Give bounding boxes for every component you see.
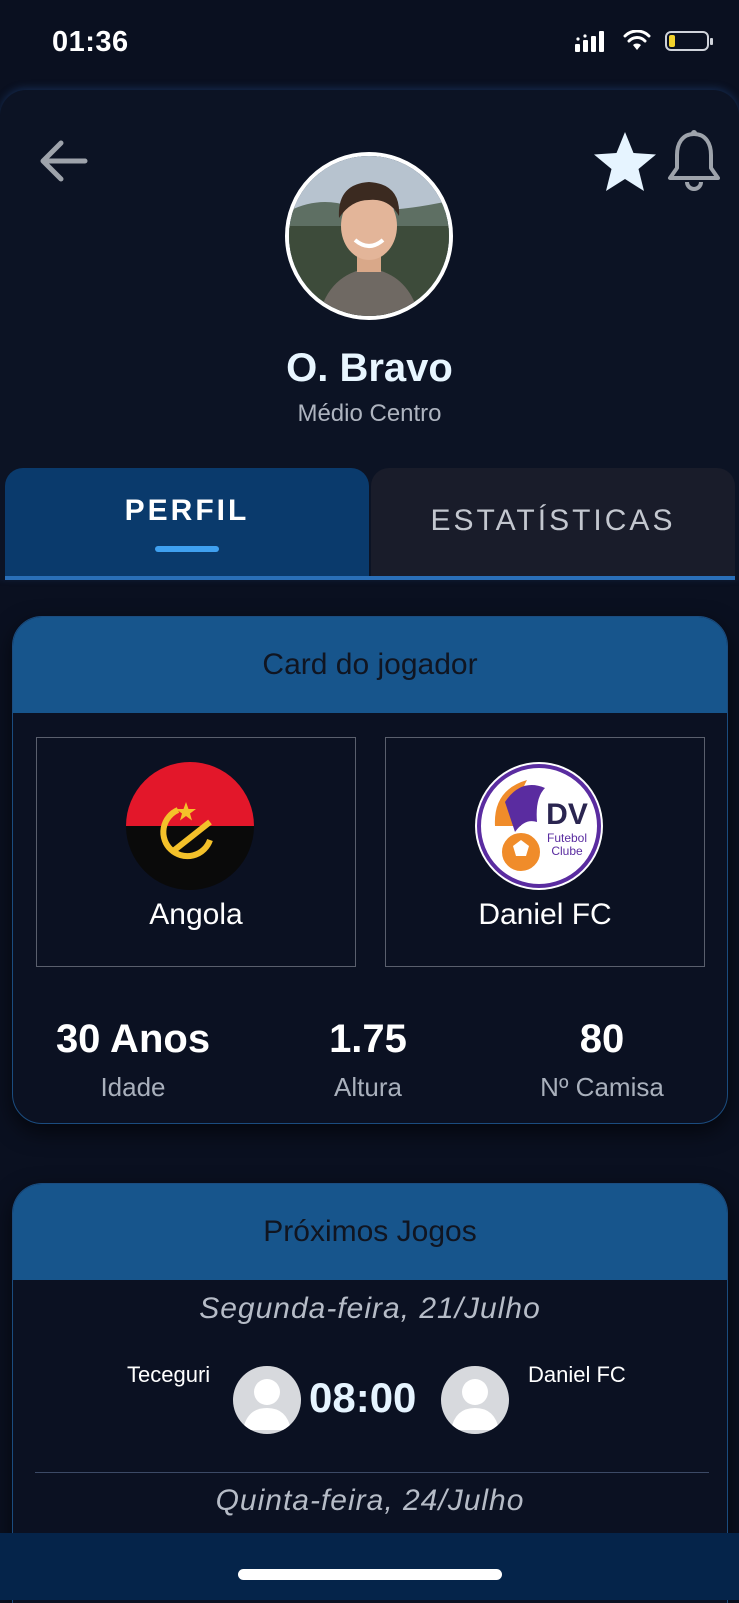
club-logo-text: Futebol <box>547 831 587 845</box>
stat-label: Nº Camisa <box>540 1072 664 1102</box>
tab-underline <box>5 576 735 580</box>
upcoming-games-title: Próximos Jogos <box>13 1184 727 1280</box>
tab-profile[interactable]: PERFIL <box>5 468 369 576</box>
player-position: Médio Centro <box>297 400 442 427</box>
club-logo: DV Futebol Clube <box>475 762 603 890</box>
stat-value: 1.75 <box>329 1017 407 1061</box>
player-photo <box>289 156 449 316</box>
user-placeholder-icon <box>243 1379 291 1430</box>
home-team-avatar <box>233 1366 301 1434</box>
stat-age: 30 Anos Idade <box>18 1017 248 1103</box>
club-logo-text: DV <box>546 798 588 831</box>
player-avatar <box>285 152 453 320</box>
stat-value: 80 <box>579 1017 625 1061</box>
bottom-bar <box>0 1533 739 1600</box>
stat-label: Altura <box>334 1072 402 1102</box>
game-divider <box>35 1472 709 1473</box>
tab-label: PERFIL <box>124 494 250 527</box>
player-card-title: Card do jogador <box>13 617 727 713</box>
country-box: Angola <box>36 737 356 967</box>
status-time: 01:36 <box>52 26 129 58</box>
favorite-button[interactable] <box>590 128 660 198</box>
star-icon <box>594 132 656 191</box>
back-button[interactable] <box>34 132 92 190</box>
player-card: Card do jogador Angola DV Futebol Clube … <box>12 616 728 1124</box>
away-team-name: Daniel FC <box>528 1362 626 1387</box>
country-name: Angola <box>149 898 243 931</box>
stat-label: Idade <box>100 1072 166 1102</box>
club-box[interactable]: DV Futebol Clube Daniel FC <box>385 737 705 967</box>
notifications-button[interactable] <box>664 128 726 194</box>
home-indicator[interactable] <box>238 1569 502 1580</box>
battery-icon <box>665 31 713 51</box>
tab-statistics[interactable]: ESTATÍSTICAS <box>371 468 735 576</box>
stat-height: 1.75 Altura <box>253 1017 483 1103</box>
player-name: O. Bravo <box>286 346 453 390</box>
game-date: Segunda-feira, 21/Julho <box>199 1292 541 1325</box>
stat-value: 30 Anos <box>55 1017 211 1061</box>
angola-flag-icon <box>126 762 254 890</box>
away-team-avatar <box>441 1366 509 1434</box>
tab-label: ESTATÍSTICAS <box>430 504 676 537</box>
bell-icon <box>668 130 720 191</box>
cellular-signal-icon <box>575 31 604 52</box>
status-icons <box>575 30 713 52</box>
stat-shirt-number: 80 Nº Camisa <box>487 1017 717 1103</box>
club-name: Daniel FC <box>478 898 612 931</box>
game-date: Quinta-feira, 24/Julho <box>215 1484 525 1517</box>
arrow-left-icon <box>40 140 88 182</box>
home-team-name: Teceguri <box>127 1362 211 1387</box>
game-time: 08:00 <box>309 1374 417 1421</box>
wifi-icon <box>623 30 651 50</box>
status-bar: 01:36 <box>0 0 739 90</box>
active-tab-indicator <box>155 546 219 552</box>
user-placeholder-icon <box>451 1379 499 1430</box>
club-logo-text: Clube <box>551 844 583 858</box>
